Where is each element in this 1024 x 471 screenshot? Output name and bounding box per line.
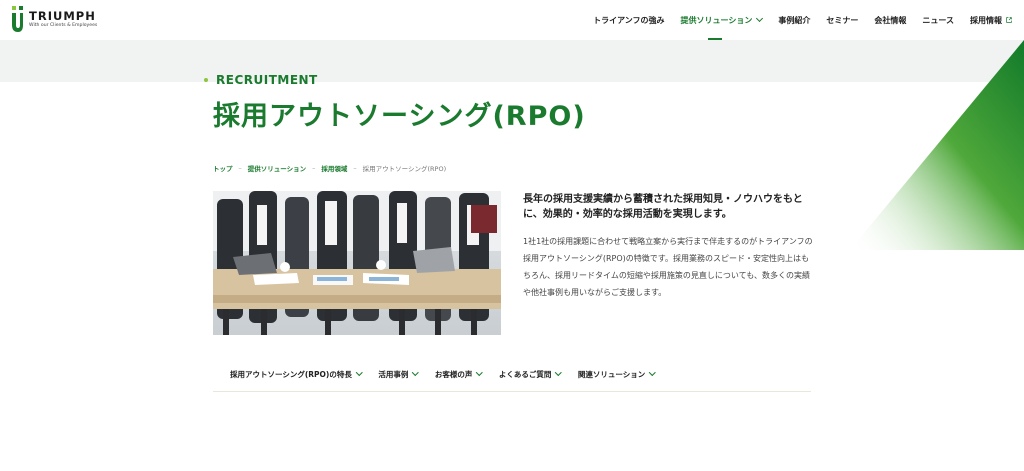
nav-item-cases[interactable]: 事例紹介: [778, 0, 810, 40]
page-anchor-nav: 採用アウトソーシング(RPO)の特長 活用事例 お客様の声 よくあるご質問 関連…: [213, 365, 811, 392]
nav-label: 提供ソリューション: [680, 15, 753, 25]
anchor-label: 採用アウトソーシング(RPO)の特長: [230, 369, 352, 379]
breadcrumb-separator: –: [353, 164, 357, 172]
breadcrumb-recruitment[interactable]: 採用領域: [321, 163, 347, 173]
nav-label: 事例紹介: [778, 15, 811, 25]
anchor-features[interactable]: 採用アウトソーシング(RPO)の特長: [230, 365, 363, 383]
nav-item-seminar[interactable]: セミナー: [826, 0, 858, 40]
meeting-photo: [213, 191, 501, 335]
intro-body: 1社1社の採用課題に合わせて戦略立案から実行まで伴走するのがトライアンフの採用ア…: [523, 237, 813, 297]
page-title: 採用アウトソーシング(RPO): [213, 101, 586, 132]
nav-item-news[interactable]: ニュース: [922, 0, 954, 40]
breadcrumb-current: 採用アウトソーシング(RPO): [362, 165, 447, 173]
nav-label: 会社情報: [874, 15, 907, 25]
anchor-related[interactable]: 関連ソリューション: [577, 365, 656, 383]
nav-item-company[interactable]: 会社情報: [874, 0, 906, 40]
site-header: TRIUMPH With our Clients & Employees トライ…: [0, 0, 1024, 40]
nav-label: セミナー: [826, 15, 859, 25]
anchor-label: お客様の声: [434, 369, 473, 379]
anchor-label: 活用事例: [378, 369, 409, 379]
decorative-gradient-triangle: [850, 40, 1024, 250]
anchor-faq[interactable]: よくあるご質問: [498, 365, 562, 383]
breadcrumb-separator: –: [312, 164, 316, 172]
global-nav: トライアンフの強み 提供ソリューション 事例紹介 セミナー 会社情報 ニュース …: [577, 0, 1012, 40]
chevron-down-icon: [555, 369, 562, 376]
anchor-label: よくあるご質問: [498, 369, 552, 379]
nav-label: トライアンフの強み: [593, 15, 665, 25]
breadcrumb-separator: –: [238, 164, 242, 172]
nav-item-strengths[interactable]: トライアンフの強み: [593, 0, 664, 40]
nav-item-solutions[interactable]: 提供ソリューション: [680, 0, 764, 40]
chevron-down-icon: [649, 369, 656, 376]
anchor-cases[interactable]: 活用事例: [378, 365, 419, 383]
meeting-photo-illustration: [213, 191, 501, 335]
logo-mark-icon: [12, 6, 23, 32]
logo-name: TRIUMPH: [29, 9, 96, 23]
nav-item-careers[interactable]: 採用情報: [970, 0, 1012, 40]
anchor-voices[interactable]: お客様の声: [434, 365, 483, 383]
nav-label: 採用情報: [970, 15, 1002, 25]
chevron-down-icon: [756, 14, 764, 23]
chevron-down-icon: [355, 369, 363, 376]
nav-label: ニュース: [922, 15, 954, 25]
external-link-icon: [1006, 17, 1012, 23]
intro-lead: 長年の採用支援実績から蓄積された採用知見・ノウハウをもとに、効果的・効率的な採用…: [523, 194, 803, 220]
triumph-logo[interactable]: TRIUMPH With our Clients & Employees: [12, 6, 112, 32]
chevron-down-icon: [412, 369, 419, 376]
hero-eyebrow: RECRUITMENT: [204, 73, 318, 87]
anchor-label: 関連ソリューション: [577, 369, 646, 379]
eyebrow-text: RECRUITMENT: [216, 73, 318, 87]
breadcrumb-solutions[interactable]: 提供ソリューション: [248, 163, 306, 173]
logo-tagline: With our Clients & Employees: [29, 23, 98, 28]
bullet-dot-icon: [204, 78, 208, 82]
breadcrumb-top[interactable]: トップ: [213, 163, 233, 173]
chevron-down-icon: [476, 369, 483, 376]
breadcrumb: トップ – 提供ソリューション – 採用領域 – 採用アウトソーシング(RPO): [213, 163, 446, 173]
